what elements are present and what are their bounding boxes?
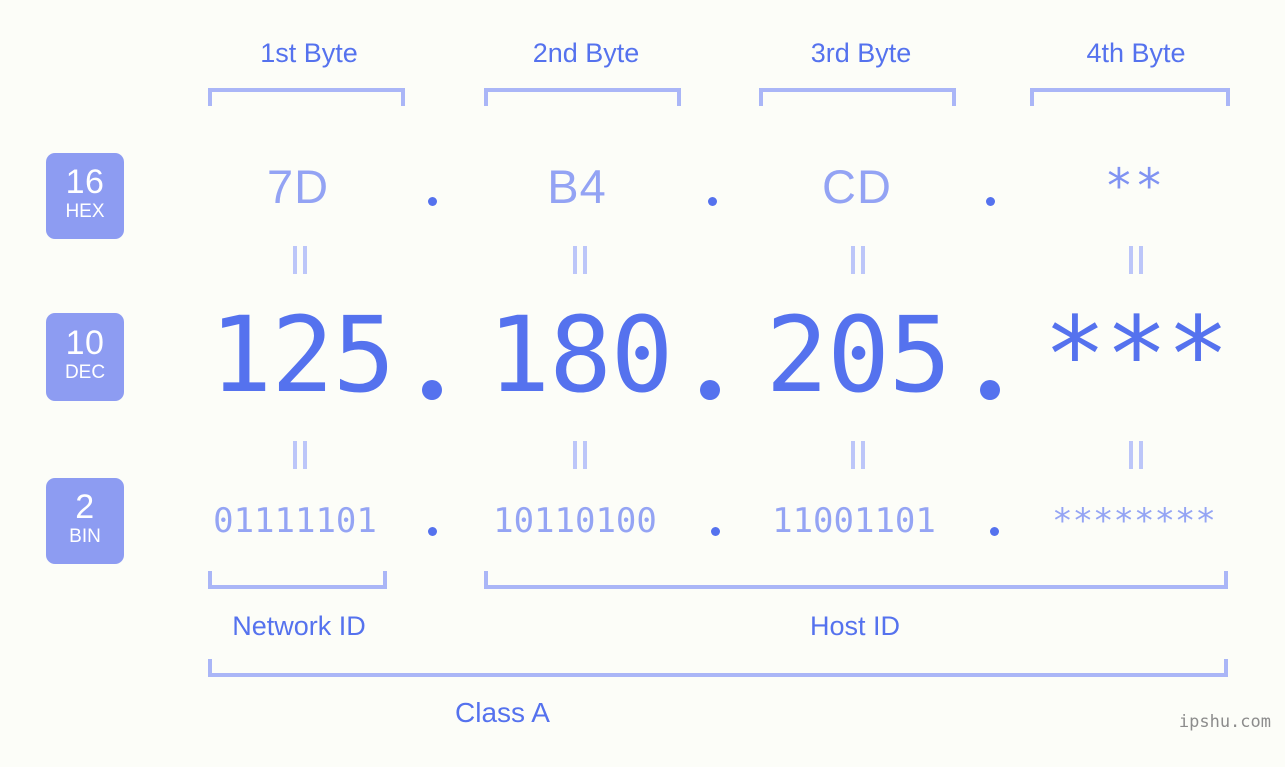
byte-header-label-3: 3rd Byte bbox=[810, 38, 912, 68]
base-badge-bin-number: 2 bbox=[75, 488, 95, 526]
ip-address-breakdown-page: 1st Byte 2nd Byte 3rd Byte 4th Byte 16 H… bbox=[0, 0, 1285, 767]
class-bracket bbox=[208, 659, 1228, 677]
equality-connector-hex-dec-1 bbox=[289, 246, 311, 274]
hex-separator-2 bbox=[708, 197, 717, 206]
dec-byte-1: 125 bbox=[209, 294, 396, 416]
base-badge-dec: 10 DEC bbox=[46, 313, 124, 401]
bin-separator-3 bbox=[990, 527, 999, 536]
network-id-label: Network ID bbox=[232, 611, 366, 641]
base-badge-hex-name: HEX bbox=[65, 201, 105, 222]
hex-separator-3 bbox=[986, 197, 995, 206]
equality-connector-dec-bin-4 bbox=[1125, 441, 1147, 469]
byte-bracket-top-4 bbox=[1030, 88, 1230, 106]
byte-bracket-top-3 bbox=[759, 88, 956, 106]
equality-connector-hex-dec-4 bbox=[1125, 246, 1147, 274]
base-badge-dec-name: DEC bbox=[64, 362, 106, 383]
bin-byte-4: ******** bbox=[1052, 501, 1216, 541]
dec-separator-1 bbox=[422, 380, 442, 400]
byte-bracket-top-2 bbox=[484, 88, 681, 106]
byte-header-label-1: 1st Byte bbox=[260, 38, 358, 68]
class-label: Class A bbox=[455, 697, 550, 728]
bin-byte-2: 10110100 bbox=[493, 501, 657, 541]
hex-byte-4: ** bbox=[1104, 159, 1166, 214]
equality-connector-dec-bin-3 bbox=[847, 441, 869, 469]
byte-bracket-top-1 bbox=[208, 88, 405, 106]
host-id-bracket bbox=[484, 571, 1228, 589]
hex-byte-1: 7D bbox=[266, 160, 330, 213]
base-badge-hex-number: 16 bbox=[65, 163, 105, 201]
network-id-bracket bbox=[208, 571, 387, 589]
dec-separator-3 bbox=[980, 380, 1000, 400]
bin-byte-1: 01111101 bbox=[213, 501, 377, 541]
base-badge-dec-number: 10 bbox=[65, 324, 105, 362]
dec-byte-3: 205 bbox=[765, 294, 952, 416]
site-watermark: ipshu.com bbox=[1178, 712, 1271, 732]
bin-separator-1 bbox=[428, 527, 437, 536]
dec-byte-2: 180 bbox=[487, 294, 674, 416]
equality-connector-dec-bin-2 bbox=[569, 441, 591, 469]
byte-header-label-2: 2nd Byte bbox=[532, 38, 640, 68]
dec-byte-4: *** bbox=[1043, 294, 1230, 416]
hex-byte-2: B4 bbox=[547, 160, 607, 213]
equality-connector-hex-dec-3 bbox=[847, 246, 869, 274]
bin-separator-2 bbox=[711, 527, 720, 536]
hex-byte-3: CD bbox=[822, 160, 892, 213]
dec-separator-2 bbox=[700, 380, 720, 400]
equality-connector-dec-bin-1 bbox=[289, 441, 311, 469]
hex-separator-1 bbox=[428, 197, 437, 206]
byte-header-label-4: 4th Byte bbox=[1086, 38, 1186, 68]
base-badge-bin-name: BIN bbox=[69, 526, 101, 547]
host-id-label: Host ID bbox=[809, 611, 901, 641]
bin-byte-3: 11001101 bbox=[772, 501, 936, 541]
equality-connector-hex-dec-2 bbox=[569, 246, 591, 274]
base-badge-bin: 2 BIN bbox=[46, 478, 124, 564]
base-badge-hex: 16 HEX bbox=[46, 153, 124, 239]
